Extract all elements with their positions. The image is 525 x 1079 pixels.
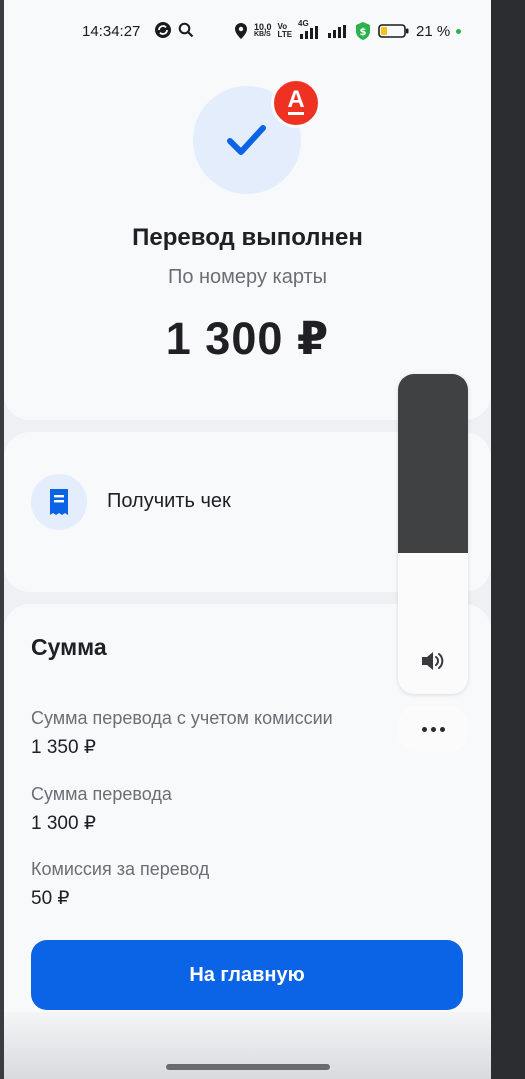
volte-badge: Vo LTE [278,23,293,39]
sync-icon [155,22,171,38]
bank-logo-underline [288,112,304,115]
volume-more-button[interactable] [398,706,468,752]
shield-icon: $ [356,22,371,40]
more-dot [439,726,445,732]
right-edge [491,0,525,1079]
bank-logo-letter: А [287,86,305,113]
summary-row-value: 1 300 ₽ [31,813,96,834]
battery-percent: 21 % [416,22,451,40]
location-icon [235,23,247,39]
summary-heading: Сумма [31,634,107,660]
summary-row-label: Сумма перевода [31,784,172,804]
gesture-navigation-bar[interactable] [166,1064,330,1070]
result-subtitle: По номеру карты [167,266,328,288]
net-speed-value: 10,0 [254,22,272,32]
net-speed-unit: KB/S [254,31,271,38]
result-title: Перевод выполнен [132,224,363,251]
transfer-amount: 1 300 ₽ [165,313,330,364]
transfer-success-card: 14:34:27 10,0 KB/S Vo LTE 4G $ 21 % А Пе… [4,0,491,420]
battery-icon [378,24,409,38]
signal-4g-icon: 4G [298,19,322,39]
volte-bottom: LTE [277,30,293,39]
home-button[interactable]: На главную [31,940,463,1010]
more-dot [421,726,427,732]
summary-row-label: Сумма перевода с учетом комиссии [31,708,333,728]
volume-slider-empty-part [398,374,468,553]
phone-screen: 14:34:27 10,0 KB/S Vo LTE 4G $ 21 % А Пе… [4,0,491,1079]
status-time: 14:34:27 [82,23,141,40]
summary-row-value: 50 ₽ [31,888,70,909]
more-dot [430,726,436,732]
speaker-icon[interactable] [420,650,446,672]
status-left-icons [154,21,194,39]
status-bar: 14:34:27 10,0 KB/S Vo LTE 4G $ 21 % [4,0,491,62]
search-icon [178,22,194,38]
notification-dot [456,28,462,34]
summary-row-label: Комиссия за перевод [31,859,210,879]
bank-logo-badge: А [271,78,321,128]
get-receipt-label: Получить чек [107,490,231,512]
summary-row-value: 1 350 ₽ [31,737,96,758]
receipt-icon-circle [31,474,87,530]
status-right-icons: 10,0 KB/S Vo LTE 4G $ 21 % [234,19,462,41]
receipt-icon [50,489,68,515]
svg-text:$: $ [360,27,367,38]
volume-slider[interactable] [398,374,468,694]
net-speed: 10,0 KB/S [254,23,272,39]
signal-icon [328,24,347,38]
